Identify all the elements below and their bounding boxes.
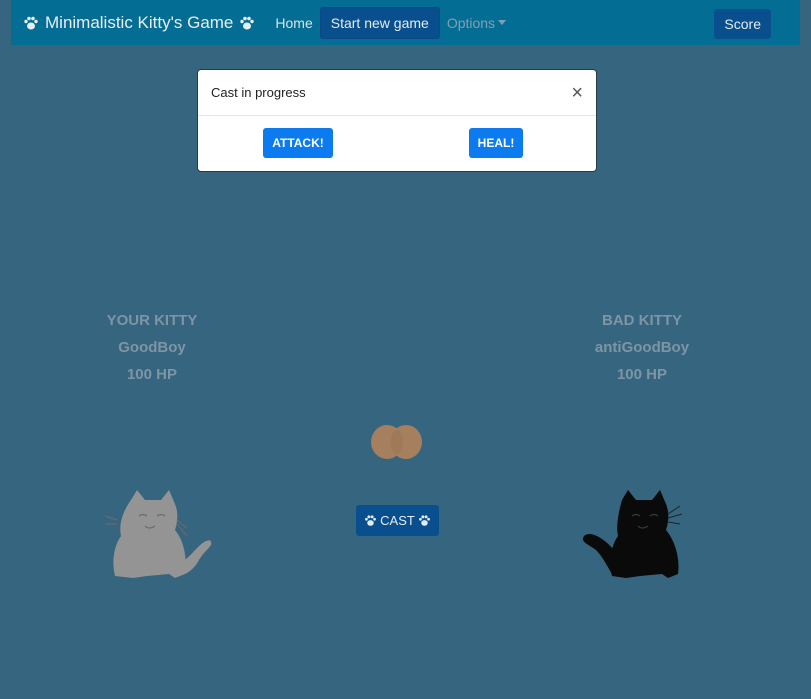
cast-modal: Cast in progress × ATTACK! HEAL!	[197, 69, 597, 172]
enemy-name: antiGoodBoy	[594, 339, 690, 356]
player-cat-icon	[104, 490, 212, 578]
player-heading: YOUR KITTY	[106, 312, 198, 329]
enemy-heading: BAD KITTY	[602, 312, 682, 329]
heal-button[interactable]: HEAL!	[469, 128, 523, 158]
enemy-cat-icon	[582, 490, 683, 578]
brand[interactable]: Minimalistic Kitty's Game	[23, 13, 255, 33]
nav-home[interactable]: Home	[275, 15, 312, 31]
brand-title: Minimalistic Kitty's Game	[45, 12, 234, 32]
spell-orb-icon	[371, 425, 422, 459]
paw-icon	[418, 515, 430, 526]
close-icon[interactable]: ×	[571, 83, 583, 103]
modal-title: Cast in progress	[211, 85, 306, 100]
player-info: YOUR KITTY GoodBoy 100 HP	[92, 307, 212, 388]
paw-icon	[240, 16, 255, 29]
cast-button[interactable]: CAST	[356, 505, 439, 536]
chevron-down-icon	[498, 20, 507, 25]
paw-icon	[24, 16, 38, 29]
player-name: GoodBoy	[118, 339, 186, 356]
player-hp: 100 HP	[126, 366, 178, 383]
enemy-hp: 100 HP	[616, 366, 668, 383]
navbar: Minimalistic Kitty's Game Home Start new…	[11, 0, 800, 45]
paw-icon	[365, 515, 377, 526]
modal-header: Cast in progress ×	[198, 70, 596, 116]
attack-button[interactable]: ATTACK!	[263, 128, 333, 158]
score-button[interactable]: Score	[714, 9, 771, 39]
start-new-game-button[interactable]: Start new game	[319, 6, 440, 39]
enemy-info: BAD KITTY antiGoodBoy 100 HP	[567, 307, 717, 388]
options-dropdown[interactable]: Options	[446, 14, 507, 31]
options-label: Options	[446, 14, 496, 31]
cast-label: CAST	[380, 513, 415, 528]
